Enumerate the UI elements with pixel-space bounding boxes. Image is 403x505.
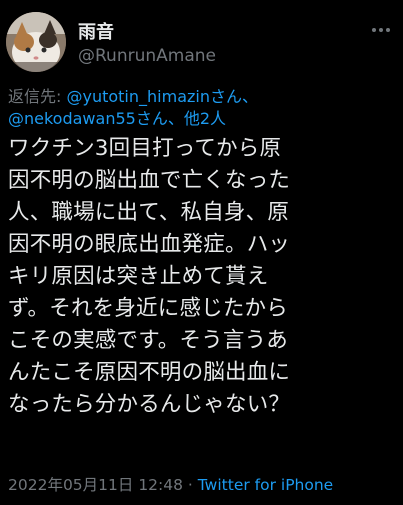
tweet-line: んたこそ原因不明の脳出血に	[8, 360, 291, 385]
tweet-line: 因不明の脳出血で亡くなった	[8, 168, 291, 193]
tweet-line: 人、職場に出て、私自身、原	[8, 200, 290, 225]
source-link[interactable]: Twitter for iPhone	[198, 476, 333, 494]
user-handle[interactable]: @RunrunAmane	[78, 46, 216, 66]
reply-to: 返信先: @yutotin_himazinさん、 @nekodawan55さん、…	[8, 86, 398, 130]
tweet-meta: 2022年05月11日 12:48 · Twitter for iPhone	[8, 473, 333, 495]
mention-link[interactable]: @yutotin_himazin	[66, 87, 210, 106]
timestamp[interactable]: 2022年05月11日 12:48	[8, 476, 183, 494]
others-link[interactable]: 他2人	[184, 109, 226, 128]
tweet-line: ず。それを身近に感じたから	[8, 296, 288, 321]
tweet-line: なったら分かるんじゃない？	[8, 392, 291, 417]
mention-suffix[interactable]: さん、	[210, 87, 258, 106]
mention-suffix[interactable]: さん、	[136, 109, 184, 128]
tweet-text: ワクチン3回目打ってから原 因不明の脳出血で亡くなった 人、職場に出て、私自身、…	[8, 133, 400, 421]
meta-separator: ·	[183, 476, 198, 494]
avatar[interactable]	[6, 12, 66, 72]
tweet-line: 因不明の眼底出血発症。ハッ	[8, 232, 291, 257]
display-name[interactable]: 雨音	[78, 18, 114, 44]
mention-link[interactable]: @nekodawan55	[8, 109, 136, 128]
reply-label: 返信先:	[8, 87, 67, 106]
more-icon[interactable]	[369, 20, 393, 40]
tweet-line: こその実感です。そう言うあ	[8, 328, 288, 353]
tweet-line: ワクチン3回目打ってから原	[8, 136, 282, 161]
cat-avatar-icon	[6, 12, 66, 72]
tweet-line: キリ原因は突き止めて貰え	[8, 264, 269, 289]
